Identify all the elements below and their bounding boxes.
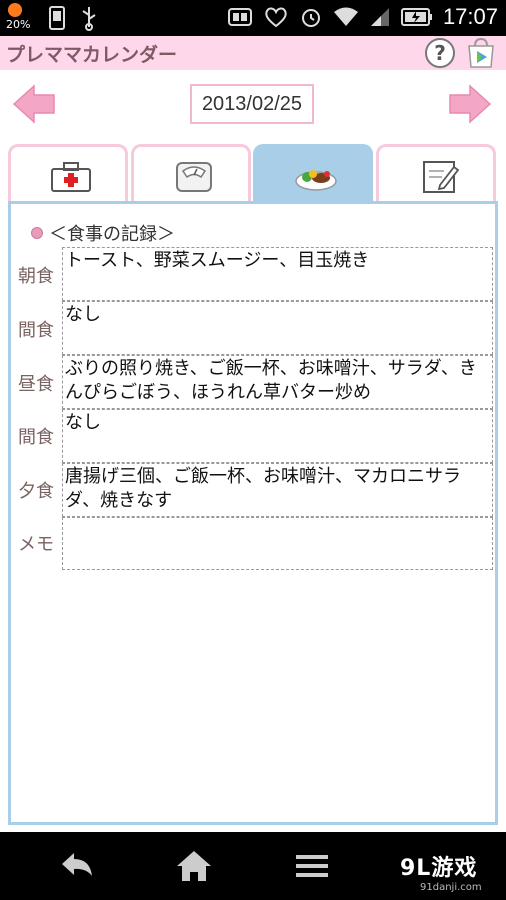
help-button[interactable]: ? xyxy=(425,38,455,68)
weather-percent: 20% xyxy=(6,18,31,31)
sim-icon xyxy=(227,8,252,26)
tab-health[interactable] xyxy=(8,144,128,202)
watermark-url: 91danji.com xyxy=(420,882,482,893)
meal-label-dinner: 夕食 xyxy=(18,481,54,502)
bullet-icon xyxy=(31,227,43,239)
notepad-icon xyxy=(423,161,460,193)
signal-icon xyxy=(370,8,389,26)
meal-label-snack-afternoon: 間食 xyxy=(18,427,54,448)
wifi-icon xyxy=(333,7,358,26)
section-title: ＜食事の記録＞ xyxy=(31,220,175,246)
home-button[interactable] xyxy=(174,848,214,884)
app-title: プレママカレンダー xyxy=(6,44,178,66)
meal-field-memo[interactable] xyxy=(62,517,493,570)
app-title-bar: プレママカレンダー ? xyxy=(0,36,506,70)
battery-icon xyxy=(400,8,432,26)
status-bar: 20% 17:07 xyxy=(0,0,506,36)
meal-field-snack-morning[interactable]: なし xyxy=(62,301,493,355)
meal-field-snack-afternoon[interactable]: なし xyxy=(62,409,493,463)
watermark-brand: 9L游戏 xyxy=(400,856,478,881)
next-day-button[interactable] xyxy=(448,84,492,124)
play-store-icon xyxy=(468,37,494,68)
help-icon: ? xyxy=(434,41,446,65)
meal-field-dinner[interactable]: 唐揚げ三個、ご飯一杯、お味噌汁、マカロニサラダ、焼きなす xyxy=(62,463,493,517)
back-icon xyxy=(62,853,92,876)
tab-notes[interactable] xyxy=(376,144,496,202)
usb-icon xyxy=(78,5,100,31)
previous-day-button[interactable] xyxy=(12,84,56,124)
arrow-left-icon xyxy=(12,84,55,124)
phone-icon xyxy=(46,5,68,31)
play-store-button[interactable] xyxy=(464,37,498,69)
meal-label-lunch: 昼食 xyxy=(18,374,54,395)
meal-label-breakfast: 朝食 xyxy=(18,266,54,287)
tab-meal[interactable] xyxy=(253,144,373,202)
meal-field-breakfast[interactable]: トースト、野菜スムージー、目玉焼き xyxy=(62,247,493,301)
arrow-right-icon xyxy=(449,84,492,124)
meal-label-memo: メモ xyxy=(18,534,54,555)
meal-record-panel: ＜食事の記録＞ 朝食 トースト、野菜スムージー、目玉焼き 間食 なし 昼食 ぶり… xyxy=(8,201,498,825)
category-tabs xyxy=(8,144,498,202)
first-aid-kit-icon xyxy=(51,162,91,192)
tab-weight[interactable] xyxy=(131,144,251,202)
scale-icon xyxy=(176,162,212,192)
date-navigation: 2013/02/25 xyxy=(0,70,506,142)
alarm-icon xyxy=(301,9,320,27)
weather-icon: 20% xyxy=(6,3,36,33)
status-time: 17:07 xyxy=(442,4,498,29)
meal-label-snack-morning: 間食 xyxy=(18,320,54,341)
menu-icon xyxy=(296,855,328,877)
meal-plate-icon xyxy=(295,170,337,191)
watermark: 9L游戏 91danji.com xyxy=(400,850,482,893)
meal-field-lunch[interactable]: ぶりの照り焼き、ご飯一杯、お味噌汁、サラダ、きんぴらごぼう、ほうれん草バター炒め xyxy=(62,355,493,409)
date-display[interactable]: 2013/02/25 xyxy=(190,84,314,124)
system-nav-bar: 9L游戏 91danji.com xyxy=(0,832,506,900)
heart-icon xyxy=(265,7,287,28)
menu-button[interactable] xyxy=(292,848,332,884)
back-button[interactable] xyxy=(58,848,98,884)
home-icon xyxy=(177,851,211,881)
